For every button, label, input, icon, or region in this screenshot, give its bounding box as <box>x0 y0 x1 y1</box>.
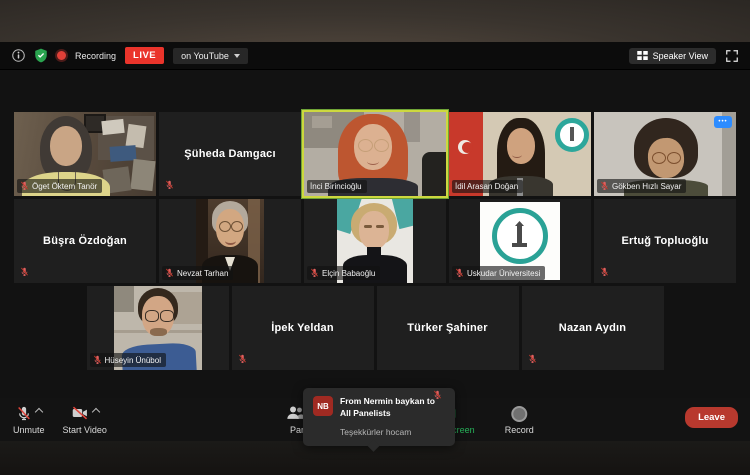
tile-idil-arasan-dogan[interactable]: İdil Arasan Doğan <box>449 112 591 196</box>
muted-mic-icon <box>20 181 29 191</box>
grid-view-icon <box>637 51 648 60</box>
grid-row-3: Hüseyin Ünübol İpek Yeldan Türker Şahine… <box>87 286 664 370</box>
recording-label: Recording <box>75 51 116 61</box>
tile-inci-birincioglu-active-speaker[interactable]: İnci Birincioğlu <box>304 112 446 196</box>
tile-oget-oktem-tanor[interactable]: Öget Öktem Tanör <box>14 112 156 196</box>
record-icon <box>511 406 527 422</box>
participant-grid: Öget Öktem Tanör Şüheda Damgacı <box>0 112 750 370</box>
record-label: Record <box>505 425 534 435</box>
participant-name: İnci Birincioğlu <box>310 182 362 191</box>
live-badge: LIVE <box>125 47 164 64</box>
participant-name: Ertuğ Topluoğlu <box>594 199 736 283</box>
participant-name: Şüheda Damgacı <box>159 112 301 196</box>
tile-nevzat-tarhan[interactable]: Nevzat Tarhan <box>159 199 301 283</box>
participant-name-plate: İdil Arasan Doğan <box>452 180 523 193</box>
leave-button[interactable]: Leave <box>685 407 738 428</box>
participant-name: Türker Şahiner <box>377 286 519 370</box>
participant-name-plate: Elçin Babaoğlu <box>307 266 380 280</box>
tile-suheda-damgaci[interactable]: Şüheda Damgacı <box>159 112 301 196</box>
tile-huseyin-unubol[interactable]: Hüseyin Ünübol <box>87 286 229 370</box>
camera-off-icon <box>71 405 89 421</box>
muted-mic-icon <box>455 268 464 278</box>
record-button[interactable]: Record <box>500 402 539 438</box>
start-video-button[interactable]: Start Video <box>58 402 112 438</box>
participant-name: Hüseyin Ünübol <box>105 356 161 365</box>
stream-destination-label: on YouTube <box>181 51 229 61</box>
participant-name: Uskudar Üniversitesi <box>467 269 540 278</box>
tile-nazan-aydin[interactable]: Nazan Aydın <box>522 286 664 370</box>
participant-name: Gökben Hızlı Sayar <box>612 182 681 191</box>
muted-mic-icon <box>20 267 29 277</box>
mic-off-icon <box>16 405 32 422</box>
muted-mic-icon <box>310 268 319 278</box>
participant-name-plate: Nevzat Tarhan <box>162 266 233 280</box>
toolbar-left: Unmute Start Video <box>8 402 112 438</box>
participant-name: Elçin Babaoğlu <box>322 269 375 278</box>
muted-mic-icon <box>93 355 102 365</box>
participant-name-plate: Uskudar Üniversitesi <box>452 266 545 280</box>
recording-dot-icon <box>57 51 66 60</box>
unmute-button[interactable]: Unmute <box>8 402 50 438</box>
participant-name: İdil Arasan Doğan <box>455 182 518 191</box>
top-bar-left: Recording LIVE on YouTube <box>0 47 248 64</box>
chat-message-preview: Teşekkürler hocam <box>340 427 445 437</box>
info-icon[interactable] <box>12 49 25 62</box>
meeting-top-bar: Recording LIVE on YouTube Speaker View <box>0 42 750 70</box>
tile-ipek-yeldan[interactable]: İpek Yeldan <box>232 286 374 370</box>
top-bar-right: Speaker View <box>629 48 750 64</box>
fullscreen-icon[interactable] <box>726 50 738 62</box>
mic-options-caret[interactable] <box>35 408 43 416</box>
start-video-label: Start Video <box>63 425 107 435</box>
stream-destination-dropdown[interactable]: on YouTube <box>173 48 248 64</box>
participant-name-plate: Hüseyin Ünübol <box>90 353 166 367</box>
speaker-view-label: Speaker View <box>653 51 708 61</box>
muted-mic-icon <box>528 354 537 364</box>
participant-name-plate: Öget Öktem Tanör <box>17 179 102 193</box>
unmute-label: Unmute <box>13 425 45 435</box>
tile-ertug-topluoglu[interactable]: Ertuğ Topluoğlu <box>594 199 736 283</box>
tile-busra-ozdogan[interactable]: Büşra Özdoğan <box>14 199 156 283</box>
muted-mic-icon <box>600 267 609 277</box>
chat-sender-title: From Nermin baykan to All Panelists <box>340 396 445 420</box>
muted-mic-icon <box>165 268 174 278</box>
chevron-down-icon <box>234 54 240 58</box>
grid-row-1: Öget Öktem Tanör Şüheda Damgacı <box>14 112 736 196</box>
video-options-caret[interactable] <box>91 408 99 416</box>
participant-name: Öget Öktem Tanör <box>32 182 97 191</box>
tile-elcin-babaoglu[interactable]: Elçin Babaoğlu <box>304 199 446 283</box>
more-options-button[interactable]: ••• <box>714 116 732 128</box>
zoom-meeting-window: Recording LIVE on YouTube Speaker View <box>0 42 750 441</box>
sender-avatar: NB <box>313 396 333 416</box>
popup-header: NB From Nermin baykan to All Panelists <box>313 396 445 420</box>
muted-mic-icon <box>433 390 442 400</box>
tile-gokben-hizli-sayar[interactable]: ••• Gökben Hızlı Sayar <box>594 112 736 196</box>
participant-name: Büşra Özdoğan <box>14 199 156 283</box>
background-top <box>0 0 750 42</box>
participant-name: Nevzat Tarhan <box>177 269 228 278</box>
speaker-view-button[interactable]: Speaker View <box>629 48 716 64</box>
grid-row-2: Büşra Özdoğan Nevzat Tarhan <box>14 199 736 283</box>
participant-name: Nazan Aydın <box>522 286 664 370</box>
participant-name-plate: İnci Birincioğlu <box>307 180 367 193</box>
muted-mic-icon <box>165 180 174 190</box>
muted-mic-icon <box>238 354 247 364</box>
tile-turker-sahiner[interactable]: Türker Şahiner <box>377 286 519 370</box>
muted-mic-icon <box>600 181 609 191</box>
participant-name-plate: Gökben Hızlı Sayar <box>597 179 686 193</box>
participant-name: İpek Yeldan <box>232 286 374 370</box>
tile-uskudar-universitesi[interactable]: Uskudar Üniversitesi <box>449 199 591 283</box>
security-shield-icon[interactable] <box>34 48 48 63</box>
